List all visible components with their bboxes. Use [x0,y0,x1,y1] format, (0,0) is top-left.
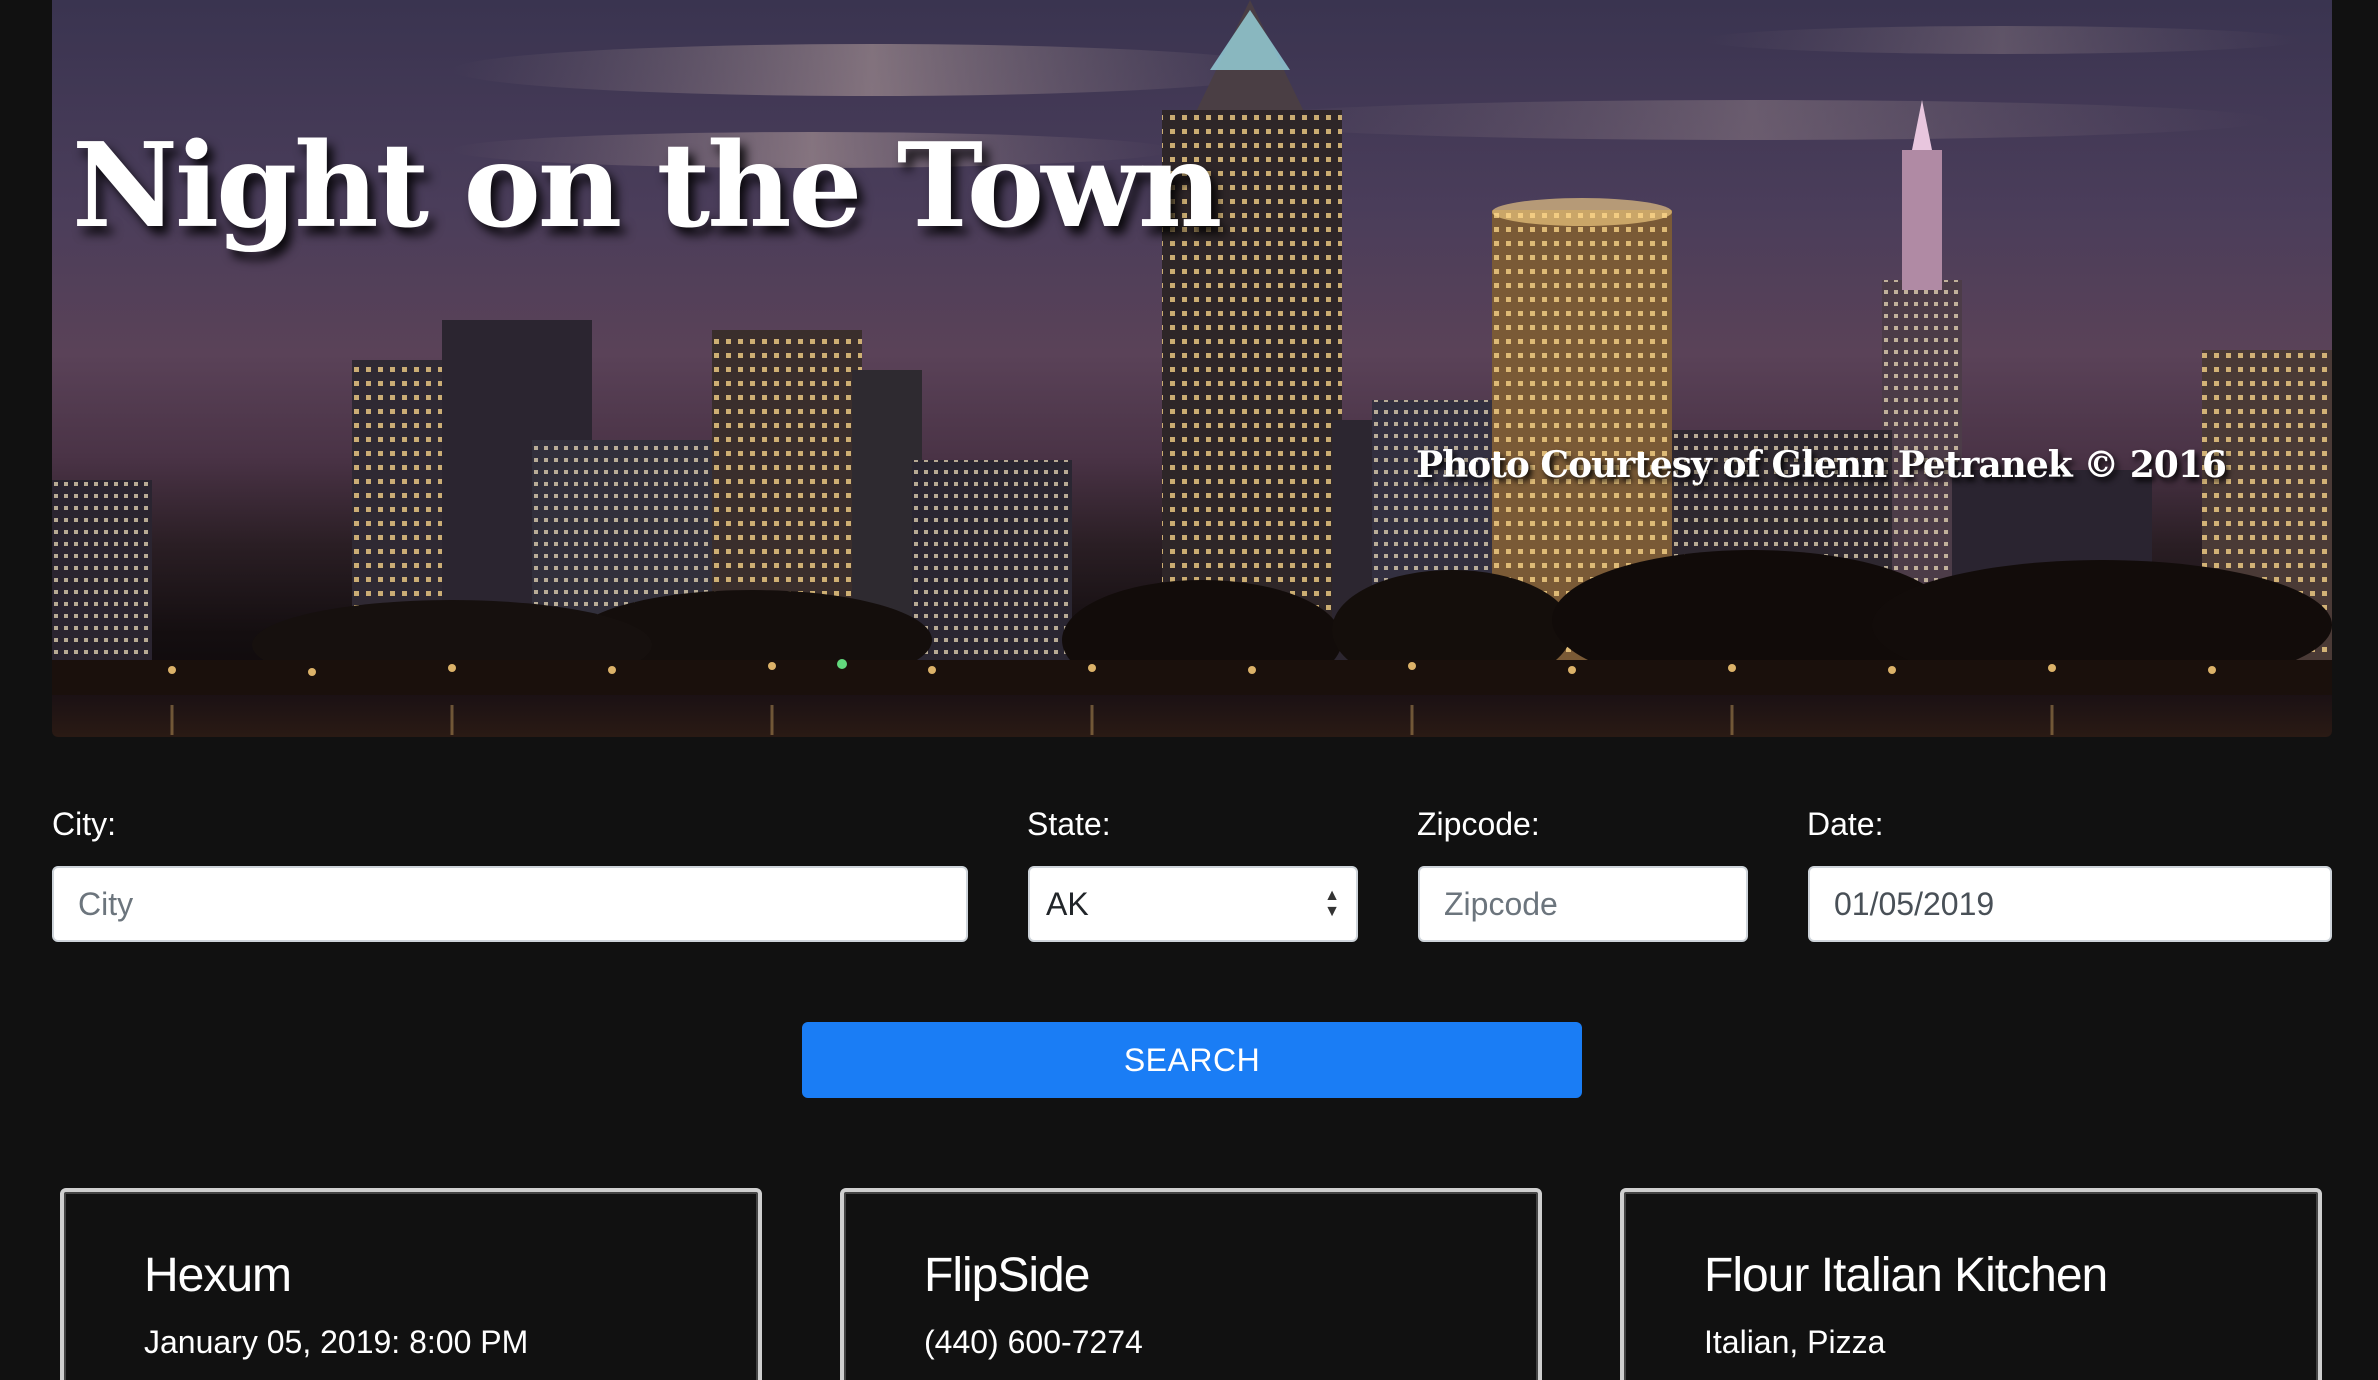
photo-credit: Photo Courtesy of Glenn Petranek © 2016 [1416,444,2227,486]
search-button[interactable]: SEARCH [802,1022,1582,1098]
city-label: City: [52,806,116,842]
card-title: Flour Italian Kitchen [1704,1249,2108,1302]
card-detail: (440) 600-7274 [924,1324,1143,1360]
date-input[interactable] [1808,866,2332,942]
city-input[interactable] [52,866,968,942]
date-label: Date: [1807,806,1884,842]
card-detail: January 05, 2019: 8:00 PM [144,1324,529,1360]
zipcode-input[interactable] [1418,866,1748,942]
card-detail: Italian, Pizza [1704,1324,1886,1360]
state-select[interactable]: AK ▲ ▼ [1028,866,1358,942]
card-title: FlipSide [924,1249,1090,1302]
hero-banner: Night on the Town Photo Courtesy of Glen… [52,0,2332,737]
state-select-value: AK [1046,885,1089,922]
result-card-flour-italian-kitchen[interactable]: Flour Italian Kitchen Italian, Pizza [1620,1188,2322,1380]
page: Night on the Town Photo Courtesy of Glen… [0,0,2378,1380]
select-arrows-icon: ▲ ▼ [1324,887,1340,920]
page-title: Night on the Town [72,118,1222,254]
skyline-photo [52,0,2332,737]
result-card-flipside[interactable]: FlipSide (440) 600-7274 [840,1188,1542,1380]
card-title: Hexum [144,1249,292,1302]
state-label: State: [1027,806,1111,842]
zipcode-label: Zipcode: [1417,806,1540,842]
result-card-hexum[interactable]: Hexum January 05, 2019: 8:00 PM [60,1188,762,1380]
